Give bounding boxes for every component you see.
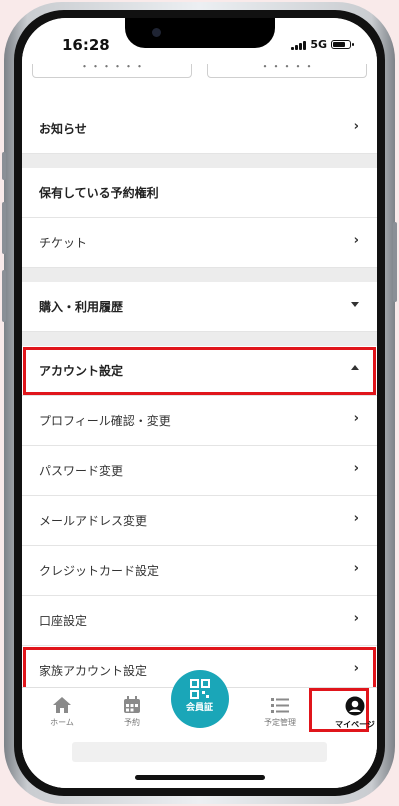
section-divider bbox=[22, 268, 377, 282]
calendar-icon bbox=[124, 696, 140, 713]
chevron-right-icon: › bbox=[353, 461, 359, 476]
chevron-right-icon: › bbox=[353, 611, 359, 626]
menu-item-label: プロフィール確認・変更 bbox=[39, 414, 171, 428]
tab-mypage[interactable]: マイページ bbox=[325, 696, 377, 730]
mute-switch bbox=[2, 152, 6, 180]
menu-item-label: 購入・利用履歴 bbox=[39, 300, 124, 314]
bottom-tab-bar: ホーム 予約 会員証 予定管理 マイページ bbox=[22, 670, 377, 788]
section-label: 保有している予約権利 bbox=[39, 186, 159, 200]
chevron-right-icon: › bbox=[353, 233, 359, 248]
power-button bbox=[393, 222, 397, 302]
network-type: 5G bbox=[310, 38, 327, 51]
menu-item-email[interactable]: メールアドレス変更 › bbox=[22, 496, 377, 546]
top-button-row: ・・・・・・ ・・・・・ bbox=[22, 52, 377, 104]
tab-label: マイページ bbox=[335, 720, 375, 729]
home-indicator[interactable] bbox=[134, 775, 265, 780]
caret-up-icon bbox=[351, 365, 359, 370]
tab-label: 予定管理 bbox=[264, 718, 296, 727]
tab-label: ホーム bbox=[50, 718, 74, 727]
menu-item-label: チケット bbox=[39, 236, 88, 250]
section-divider bbox=[22, 332, 377, 346]
camera-icon bbox=[151, 28, 161, 37]
caret-down-icon bbox=[351, 302, 359, 307]
bezel: 16:28 5G ・・・・・・ ・・・・・ お知らせ › 保有している予約権利 … bbox=[14, 10, 385, 796]
notch bbox=[124, 18, 275, 48]
volume-up-button bbox=[2, 202, 6, 254]
section-divider bbox=[22, 154, 377, 168]
tab-reserve[interactable]: 予約 bbox=[102, 696, 162, 728]
menu-item-ticket[interactable]: チケット › bbox=[22, 218, 377, 268]
menu-item-label: メールアドレス変更 bbox=[39, 514, 148, 528]
tab-label: 予約 bbox=[124, 718, 140, 727]
menu-item-news[interactable]: お知らせ › bbox=[22, 104, 377, 154]
menu-item-profile[interactable]: プロフィール確認・変更 › bbox=[22, 396, 377, 446]
tab-label: 会員証 bbox=[185, 703, 213, 713]
chevron-right-icon: › bbox=[353, 661, 359, 676]
user-circle-icon bbox=[345, 696, 365, 716]
menu-item-label: お知らせ bbox=[39, 122, 87, 136]
menu-item-label: 家族アカウント設定 bbox=[39, 664, 148, 678]
status-icons: 5G bbox=[291, 38, 354, 51]
bottom-strip bbox=[72, 742, 327, 762]
menu-item-account-settings[interactable]: アカウント設定 bbox=[22, 346, 377, 396]
menu-item-label: パスワード変更 bbox=[39, 464, 124, 478]
tab-member-card[interactable]: 会員証 bbox=[170, 670, 229, 728]
menu-item-bank[interactable]: 口座設定 › bbox=[22, 596, 377, 646]
chevron-right-icon: › bbox=[353, 411, 359, 426]
tab-schedule[interactable]: 予定管理 bbox=[250, 696, 310, 728]
volume-down-button bbox=[2, 270, 6, 322]
list-icon bbox=[271, 698, 289, 713]
chevron-right-icon: › bbox=[353, 119, 359, 134]
section-header-held-rights: 保有している予約権利 bbox=[22, 168, 377, 218]
menu-item-credit-card[interactable]: クレジットカード設定 › bbox=[22, 546, 377, 596]
chevron-right-icon: › bbox=[353, 561, 359, 576]
battery-icon bbox=[331, 40, 354, 49]
signal-icon bbox=[291, 40, 307, 50]
qr-code-icon bbox=[189, 679, 210, 699]
menu-item-label: クレジットカード設定 bbox=[39, 564, 160, 578]
screen: 16:28 5G ・・・・・・ ・・・・・ お知らせ › 保有している予約権利 … bbox=[22, 18, 377, 788]
menu-item-label: 口座設定 bbox=[39, 614, 88, 628]
phone-frame: 16:28 5G ・・・・・・ ・・・・・ お知らせ › 保有している予約権利 … bbox=[2, 2, 397, 804]
tab-home[interactable]: ホーム bbox=[32, 696, 92, 728]
chevron-right-icon: › bbox=[353, 511, 359, 526]
menu-item-password[interactable]: パスワード変更 › bbox=[22, 446, 377, 496]
home-icon bbox=[53, 697, 71, 713]
status-time: 16:28 bbox=[62, 36, 110, 54]
menu-item-purchase-history[interactable]: 購入・利用履歴 bbox=[22, 282, 377, 332]
menu-item-label: アカウント設定 bbox=[39, 364, 124, 378]
